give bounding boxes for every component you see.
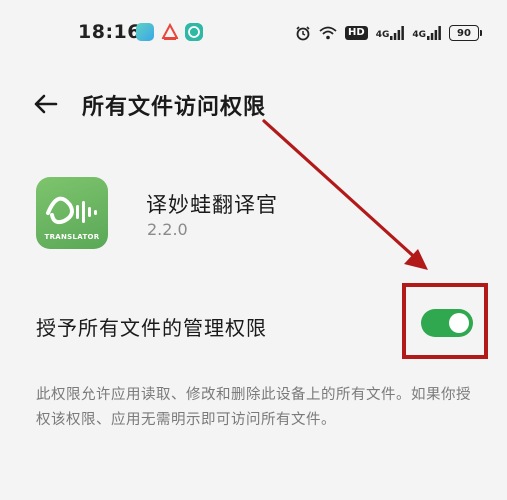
wifi-icon <box>319 26 337 40</box>
hd-badge: HD <box>345 26 368 40</box>
status-time: 18:16 <box>78 21 141 43</box>
app-name: 译妙蛙翻译官 <box>146 193 278 217</box>
status-bar: 18:16 HD 4G 4G 90 <box>0 0 507 64</box>
battery-icon: 90 <box>449 25 482 41</box>
annotation-highlight-box <box>402 283 488 359</box>
notification-app-icon <box>136 23 154 41</box>
signal-strength-2: 4G <box>412 26 441 40</box>
network-type-label: 4G <box>412 30 426 40</box>
back-button[interactable] <box>30 88 62 120</box>
arrow-left-icon <box>34 94 58 114</box>
app-version: 2.2.0 <box>147 220 188 239</box>
network-type-label: 4G <box>375 30 390 40</box>
permission-label: 授予所有文件的管理权限 <box>36 316 267 340</box>
notification-triangle-icon <box>161 23 179 40</box>
signal-strength-1: 4G <box>376 26 405 40</box>
alarm-icon <box>296 26 310 41</box>
signal-bars-icon <box>390 26 405 40</box>
app-icon-label: TRANSLATOR <box>44 233 100 241</box>
app-icon: TRANSLATOR <box>36 177 108 249</box>
page-header: 所有文件访问权限 <box>0 80 507 130</box>
permission-description: 此权限允许应用读取、修改和删除此设备上的所有文件。如果你授权该权限、应用无需明示… <box>36 387 471 428</box>
status-indicators: HD 4G 4G 90 <box>295 22 482 44</box>
notification-chat-icon <box>185 23 203 41</box>
signal-bars-icon <box>427 26 441 40</box>
page-title: 所有文件访问权限 <box>82 95 267 120</box>
